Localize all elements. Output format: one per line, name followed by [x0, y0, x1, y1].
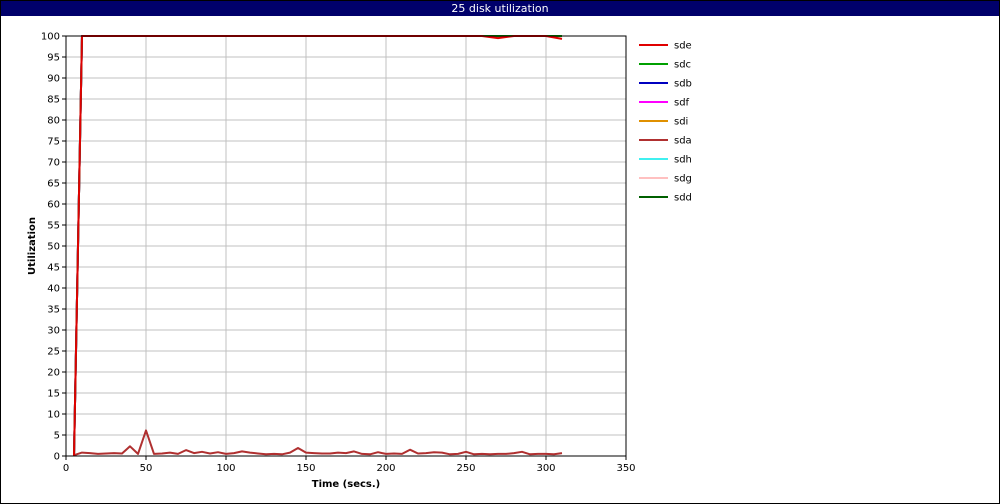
- y-tick-label: 55: [47, 221, 60, 232]
- y-tick-label: 60: [47, 200, 60, 211]
- y-tick-label: 45: [47, 263, 60, 274]
- x-tick-label: 300: [536, 463, 555, 474]
- legend-label-sdi: sdi: [674, 117, 688, 128]
- legend-label-sdh: sdh: [674, 155, 692, 166]
- y-tick-label: 70: [47, 158, 60, 169]
- x-tick-label: 350: [616, 463, 635, 474]
- y-tick-label: 90: [47, 74, 60, 85]
- legend-label-sdg: sdg: [674, 174, 692, 185]
- y-axis-label: Utilization: [27, 217, 38, 275]
- x-tick-label: 200: [376, 463, 395, 474]
- legend-label-sdf: sdf: [674, 98, 690, 109]
- x-tick-label: 250: [456, 463, 475, 474]
- legend-label-sdd: sdd: [674, 193, 692, 204]
- x-tick-label: 0: [63, 463, 69, 474]
- y-tick-label: 40: [47, 284, 60, 295]
- y-tick-label: 30: [47, 326, 60, 337]
- x-tick-label: 150: [296, 463, 315, 474]
- legend-label-sdc: sdc: [674, 60, 691, 71]
- grid: [66, 36, 626, 456]
- y-tick-label: 80: [47, 116, 60, 127]
- y-tick-label: 15: [47, 389, 60, 400]
- legend-label-sda: sda: [674, 136, 692, 147]
- y-tick-label: 65: [47, 179, 60, 190]
- y-tick-label: 95: [47, 53, 60, 64]
- y-tick-label: 100: [41, 32, 60, 43]
- legend-label-sde: sde: [674, 41, 692, 52]
- x-tick-label: 50: [140, 463, 153, 474]
- y-tick-label: 0: [54, 452, 60, 463]
- legend-label-sdb: sdb: [674, 79, 692, 90]
- y-tick-label: 25: [47, 347, 60, 358]
- y-tick-label: 35: [47, 305, 60, 316]
- y-tick-label: 20: [47, 368, 60, 379]
- utilization-chart: 0 50 100 150 200 250 300 350 0 5 10 15 20 25 30 35 40 45 5…: [27, 32, 692, 491]
- y-tick-label: 10: [47, 410, 60, 421]
- y-tick-label: 50: [47, 242, 60, 253]
- chart-window: 25 disk utilization 0 50 100 150 200 250 300 35…: [0, 0, 1000, 504]
- x-tick-label: 100: [216, 463, 235, 474]
- y-tick-label: 85: [47, 95, 60, 106]
- legend: sde sdc sdb sdf sdi sda sdh sdg sdd: [639, 41, 692, 204]
- y-tick-label: 5: [54, 431, 60, 442]
- y-tick-label: 75: [47, 137, 60, 148]
- x-axis-label: Time (secs.): [312, 479, 381, 490]
- series-line-sda: [73, 429, 563, 457]
